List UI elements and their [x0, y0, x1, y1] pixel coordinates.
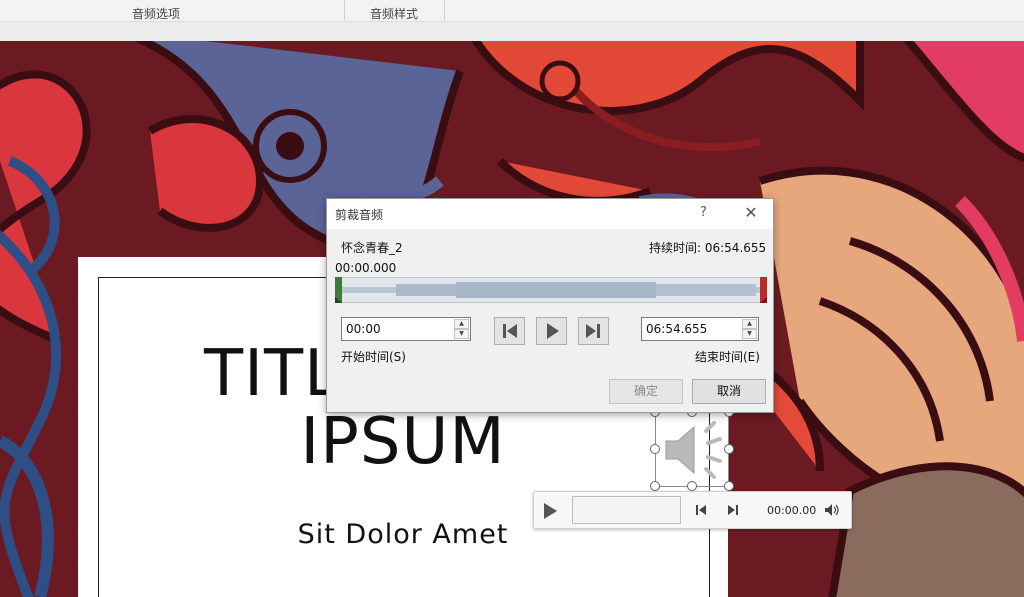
start-time-label: 开始时间(S) — [341, 350, 406, 364]
audio-waveform[interactable] — [335, 277, 767, 303]
waveform-graphic — [336, 282, 766, 298]
previous-frame-button[interactable] — [494, 317, 525, 345]
previous-frame-icon[interactable] — [695, 504, 707, 516]
start-time-arrows[interactable]: ▲ ▼ — [454, 319, 469, 339]
chevron-up-icon[interactable]: ▲ — [742, 319, 757, 329]
slide-title-line2[interactable]: IPSUM — [78, 405, 728, 479]
cancel-button[interactable]: 取消 — [692, 379, 766, 404]
next-frame-icon — [586, 324, 600, 338]
resize-handle[interactable] — [724, 481, 734, 491]
playback-progress-bar[interactable] — [572, 496, 681, 524]
start-time-spinner[interactable]: ▲ ▼ — [341, 317, 471, 341]
ok-button[interactable]: 确定 — [609, 379, 683, 404]
resize-handle[interactable] — [650, 481, 660, 491]
end-time-input[interactable] — [646, 321, 730, 337]
ribbon-group-audio-styles: 音频样式 — [370, 7, 419, 21]
dialog-title: 剪裁音频 — [335, 208, 384, 222]
end-time-spinner[interactable]: ▲ ▼ — [641, 317, 759, 341]
start-time-input[interactable] — [346, 321, 442, 337]
resize-handle[interactable] — [687, 481, 697, 491]
audio-player: 00:00.00 — [533, 491, 852, 529]
help-icon[interactable]: ? — [700, 205, 707, 220]
close-icon[interactable]: ✕ — [740, 202, 762, 224]
end-marker[interactable] — [760, 277, 767, 303]
next-frame-button[interactable] — [578, 317, 609, 345]
play-icon — [547, 323, 559, 339]
player-time: 00:00.00 — [767, 504, 817, 517]
end-time-arrows[interactable]: ▲ ▼ — [742, 319, 757, 339]
previous-frame-icon — [503, 324, 517, 338]
trim-audio-dialog: 剪裁音频 ? ✕ 怀念青春_2 持续时间: 06:54.655 00:00.00… — [326, 198, 774, 413]
dialog-titlebar: 剪裁音频 ? ✕ — [327, 199, 773, 229]
resize-handle[interactable] — [650, 444, 660, 454]
ribbon-lower-strip — [0, 21, 1024, 41]
audio-file-name: 怀念青春_2 — [341, 241, 403, 255]
resize-handle[interactable] — [724, 444, 734, 454]
end-time-label: 结束时间(E) — [695, 350, 760, 364]
start-marker[interactable] — [335, 277, 342, 303]
duration-label: 持续时间: 06:54.655 — [649, 241, 767, 255]
ribbon-group-audio-options: 音频选项 — [132, 7, 181, 21]
ribbon-separator — [344, 0, 345, 20]
next-frame-icon[interactable] — [727, 504, 739, 516]
ribbon: 音频选项 音频样式 — [0, 0, 1024, 41]
chevron-up-icon[interactable]: ▲ — [454, 319, 469, 329]
powerpoint-window: 音频选项 音频样式 TITL IPSUM Sit Dolor Amet 00:0… — [0, 0, 1024, 597]
current-position: 00:00.000 — [335, 261, 397, 275]
speaker-icon — [665, 421, 722, 479]
play-button[interactable] — [536, 317, 567, 345]
ribbon-separator — [444, 0, 445, 20]
chevron-down-icon[interactable]: ▼ — [454, 329, 469, 339]
volume-icon[interactable] — [824, 503, 840, 517]
play-icon[interactable] — [544, 503, 557, 519]
chevron-down-icon[interactable]: ▼ — [742, 329, 757, 339]
audio-object[interactable] — [650, 407, 734, 491]
